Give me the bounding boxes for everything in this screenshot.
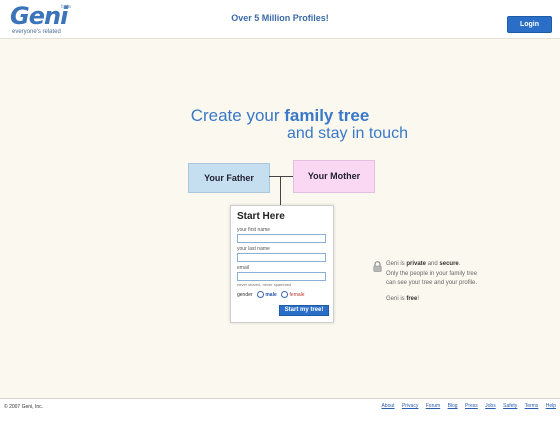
footer-link-terms[interactable]: Terms bbox=[525, 403, 539, 409]
last-name-input[interactable] bbox=[237, 253, 326, 262]
hero-subheadline: and stay in touch bbox=[287, 125, 408, 142]
female-radio[interactable] bbox=[281, 291, 289, 298]
female-label[interactable]: female bbox=[290, 292, 305, 298]
footer-link-jobs[interactable]: Jobs bbox=[485, 403, 496, 409]
footer-link-safety[interactable]: Safety bbox=[503, 403, 517, 409]
footer-link-press[interactable]: Press bbox=[465, 403, 478, 409]
hero-headline-prefix: Create your bbox=[190, 106, 285, 125]
email-label: email bbox=[237, 265, 249, 271]
footer-link-privacy[interactable]: Privacy bbox=[402, 403, 418, 409]
gender-row: gender male female bbox=[237, 291, 305, 298]
start-here-form: Start Here your first name your last nam… bbox=[230, 205, 334, 323]
info-line4-a: Geni is bbox=[386, 296, 407, 302]
info-free: Geni is free! bbox=[386, 296, 419, 302]
info-visibility-text: Only the people in your family tree can s… bbox=[386, 270, 477, 288]
footer-link-forum[interactable]: Forum bbox=[426, 403, 440, 409]
mother-box[interactable]: Your Mother bbox=[293, 160, 375, 193]
info-line3: can see your tree and your profile. bbox=[386, 280, 478, 286]
first-name-label: your first name bbox=[237, 227, 271, 233]
info-line4-c: ! bbox=[417, 296, 420, 302]
copyright: © 2007 Geni, Inc. bbox=[4, 404, 43, 410]
logo-beta-tag: beta bbox=[61, 4, 71, 10]
footer: © 2007 Geni, Inc. About Privacy Forum Bl… bbox=[0, 398, 560, 430]
logo-tagline: everyone's related bbox=[12, 29, 61, 35]
gender-label: gender bbox=[237, 291, 253, 298]
profiles-banner: Over 5 Million Profiles! bbox=[231, 13, 329, 23]
hero-headline: Create your family tree bbox=[0, 106, 560, 126]
info-line1-secure: secure bbox=[439, 261, 459, 267]
header-bar: Geni beta everyone's related Over 5 Mill… bbox=[0, 0, 560, 39]
tree-connector-vertical bbox=[280, 176, 281, 205]
footer-link-help[interactable]: Help bbox=[546, 403, 556, 409]
info-line1-a: Geni is bbox=[386, 261, 407, 267]
info-line2: Only the people in your family tree bbox=[386, 271, 478, 277]
login-button[interactable]: Login bbox=[507, 16, 552, 33]
first-name-input[interactable] bbox=[237, 234, 326, 243]
father-box[interactable]: Your Father bbox=[188, 163, 270, 193]
male-label[interactable]: male bbox=[265, 292, 276, 298]
tree-connector-horizontal bbox=[269, 176, 293, 177]
info-private-secure: Geni is private and secure. bbox=[386, 261, 460, 267]
start-my-tree-button[interactable]: Start my tree! bbox=[279, 305, 329, 316]
email-input[interactable] bbox=[237, 272, 326, 281]
footer-links: About Privacy Forum Blog Press Jobs Safe… bbox=[375, 403, 556, 409]
info-line1-c: and bbox=[426, 261, 440, 267]
form-title: Start Here bbox=[237, 211, 285, 222]
footer-link-about[interactable]: About bbox=[381, 403, 394, 409]
footer-link-blog[interactable]: Blog bbox=[448, 403, 458, 409]
info-line1-private: private bbox=[406, 261, 427, 267]
email-privacy-note: never shared, never spammed bbox=[237, 282, 292, 287]
male-radio[interactable] bbox=[256, 291, 264, 298]
info-line4-free: free bbox=[406, 296, 418, 302]
hero-headline-bold: family tree bbox=[284, 106, 370, 125]
last-name-label: your last name bbox=[237, 246, 270, 252]
info-line1-e: . bbox=[458, 261, 461, 267]
lock-icon bbox=[373, 261, 382, 272]
